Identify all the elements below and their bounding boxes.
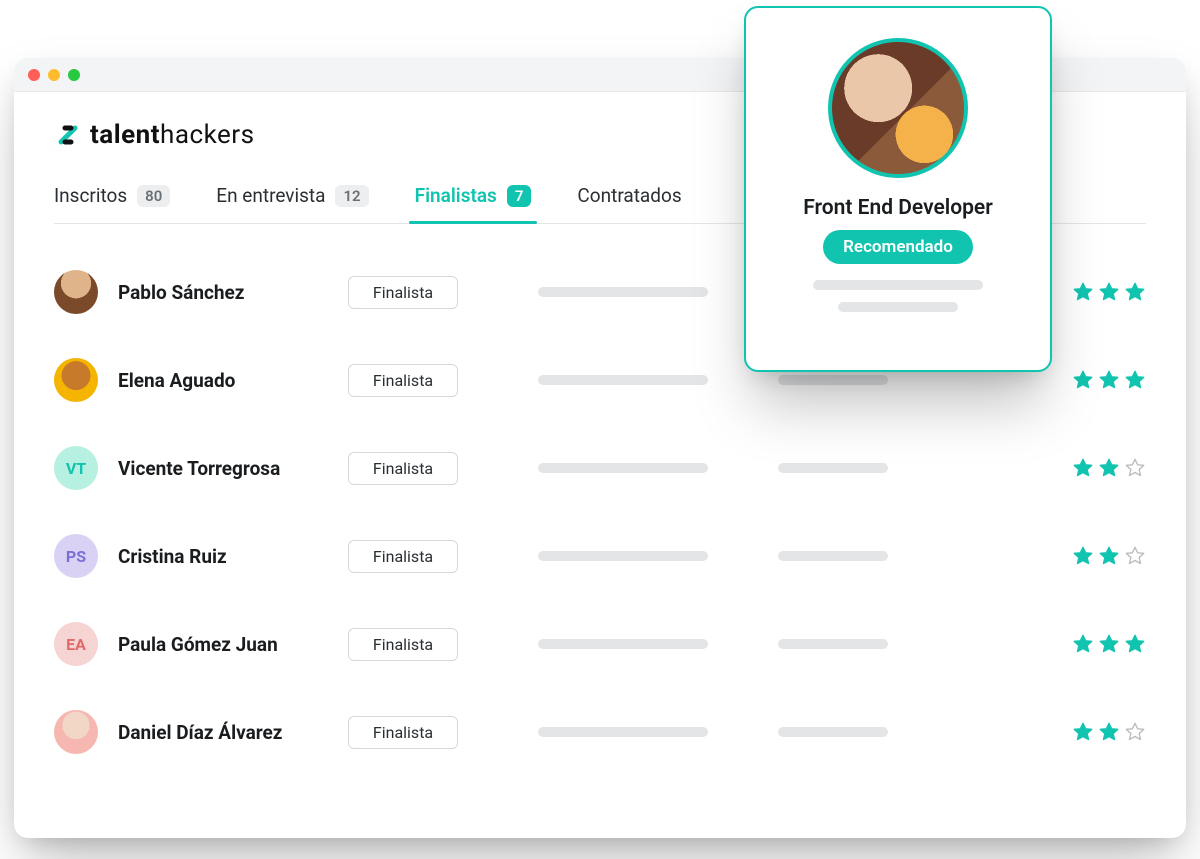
- candidate-profile-card: Front End Developer Recomendado: [744, 6, 1052, 372]
- tab-count-badge: 12: [335, 185, 368, 207]
- star-icon[interactable]: [1072, 457, 1094, 479]
- candidate-name: Vicente Torregrosa: [118, 457, 348, 480]
- rating-stars[interactable]: [1072, 633, 1146, 655]
- window-minimize-icon[interactable]: [48, 69, 60, 81]
- tab-count-badge: 7: [507, 185, 532, 207]
- placeholder-group: [538, 727, 1052, 737]
- candidate-avatar: [54, 270, 98, 314]
- star-icon[interactable]: [1072, 633, 1094, 655]
- candidate-status-badge: Finalista: [348, 628, 458, 661]
- candidate-row[interactable]: VT Vicente TorregrosaFinalista: [54, 424, 1146, 512]
- star-icon[interactable]: [1098, 369, 1120, 391]
- tab-finalistas[interactable]: Finalistas 7: [415, 184, 532, 223]
- tab-inscritos[interactable]: Inscritos 80: [54, 184, 170, 223]
- tab-contratados[interactable]: Contratados: [577, 184, 681, 223]
- placeholder-line: [538, 727, 708, 737]
- star-icon[interactable]: [1098, 545, 1120, 567]
- candidate-avatar: [54, 710, 98, 754]
- candidate-avatar: EA: [54, 622, 98, 666]
- placeholder-line: [778, 551, 888, 561]
- placeholder-group: [538, 375, 1052, 385]
- placeholder-group: [538, 551, 1052, 561]
- candidate-avatar: [54, 358, 98, 402]
- star-icon[interactable]: [1124, 281, 1146, 303]
- placeholder-line: [838, 302, 958, 312]
- star-icon[interactable]: [1098, 281, 1120, 303]
- star-icon[interactable]: [1124, 721, 1146, 743]
- placeholder-line: [538, 463, 708, 473]
- candidate-status-badge: Finalista: [348, 276, 458, 309]
- window-close-icon[interactable]: [28, 69, 40, 81]
- tab-label: Contratados: [577, 184, 681, 207]
- placeholder-group: [538, 463, 1052, 473]
- star-icon[interactable]: [1098, 457, 1120, 479]
- window-maximize-icon[interactable]: [68, 69, 80, 81]
- rating-stars[interactable]: [1072, 545, 1146, 567]
- rating-stars[interactable]: [1072, 721, 1146, 743]
- candidate-name: Paula Gómez Juan: [118, 633, 348, 656]
- star-icon[interactable]: [1098, 633, 1120, 655]
- candidate-row[interactable]: PS Cristina RuizFinalista: [54, 512, 1146, 600]
- candidate-name: Elena Aguado: [118, 369, 348, 392]
- placeholder-line: [538, 639, 708, 649]
- profile-avatar: [828, 38, 968, 178]
- star-icon[interactable]: [1098, 721, 1120, 743]
- tab-en-entrevista[interactable]: En entrevista 12: [216, 184, 368, 223]
- profile-role: Front End Developer: [803, 196, 993, 220]
- rating-stars[interactable]: [1072, 369, 1146, 391]
- tab-count-badge: 80: [137, 185, 170, 207]
- candidate-avatar: PS: [54, 534, 98, 578]
- rating-stars[interactable]: [1072, 457, 1146, 479]
- candidate-status-badge: Finalista: [348, 364, 458, 397]
- star-icon[interactable]: [1072, 721, 1094, 743]
- star-icon[interactable]: [1124, 457, 1146, 479]
- tab-label: Finalistas: [415, 184, 497, 207]
- placeholder-line: [538, 551, 708, 561]
- star-icon[interactable]: [1124, 633, 1146, 655]
- logo-mark-icon: [54, 121, 82, 149]
- star-icon[interactable]: [1072, 369, 1094, 391]
- star-icon[interactable]: [1072, 545, 1094, 567]
- candidate-status-badge: Finalista: [348, 540, 458, 573]
- placeholder-group: [538, 639, 1052, 649]
- placeholder-line: [778, 727, 888, 737]
- logo-text: talenthackers: [90, 120, 255, 150]
- candidate-name: Pablo Sánchez: [118, 281, 348, 304]
- candidate-name: Cristina Ruiz: [118, 545, 348, 568]
- star-icon[interactable]: [1072, 281, 1094, 303]
- star-icon[interactable]: [1124, 369, 1146, 391]
- tab-label: En entrevista: [216, 184, 325, 207]
- candidate-status-badge: Finalista: [348, 716, 458, 749]
- candidate-row[interactable]: EA Paula Gómez JuanFinalista: [54, 600, 1146, 688]
- tab-label: Inscritos: [54, 184, 127, 207]
- star-icon[interactable]: [1124, 545, 1146, 567]
- placeholder-line: [538, 287, 708, 297]
- placeholder-line: [778, 639, 888, 649]
- candidate-name: Daniel Díaz Álvarez: [118, 721, 348, 744]
- candidate-status-badge: Finalista: [348, 452, 458, 485]
- profile-recommended-badge: Recomendado: [823, 230, 973, 264]
- placeholder-line: [813, 280, 983, 290]
- rating-stars[interactable]: [1072, 281, 1146, 303]
- candidate-avatar: VT: [54, 446, 98, 490]
- candidate-row[interactable]: Daniel Díaz ÁlvarezFinalista: [54, 688, 1146, 776]
- placeholder-line: [538, 375, 708, 385]
- placeholder-line: [778, 463, 888, 473]
- placeholder-line: [778, 375, 888, 385]
